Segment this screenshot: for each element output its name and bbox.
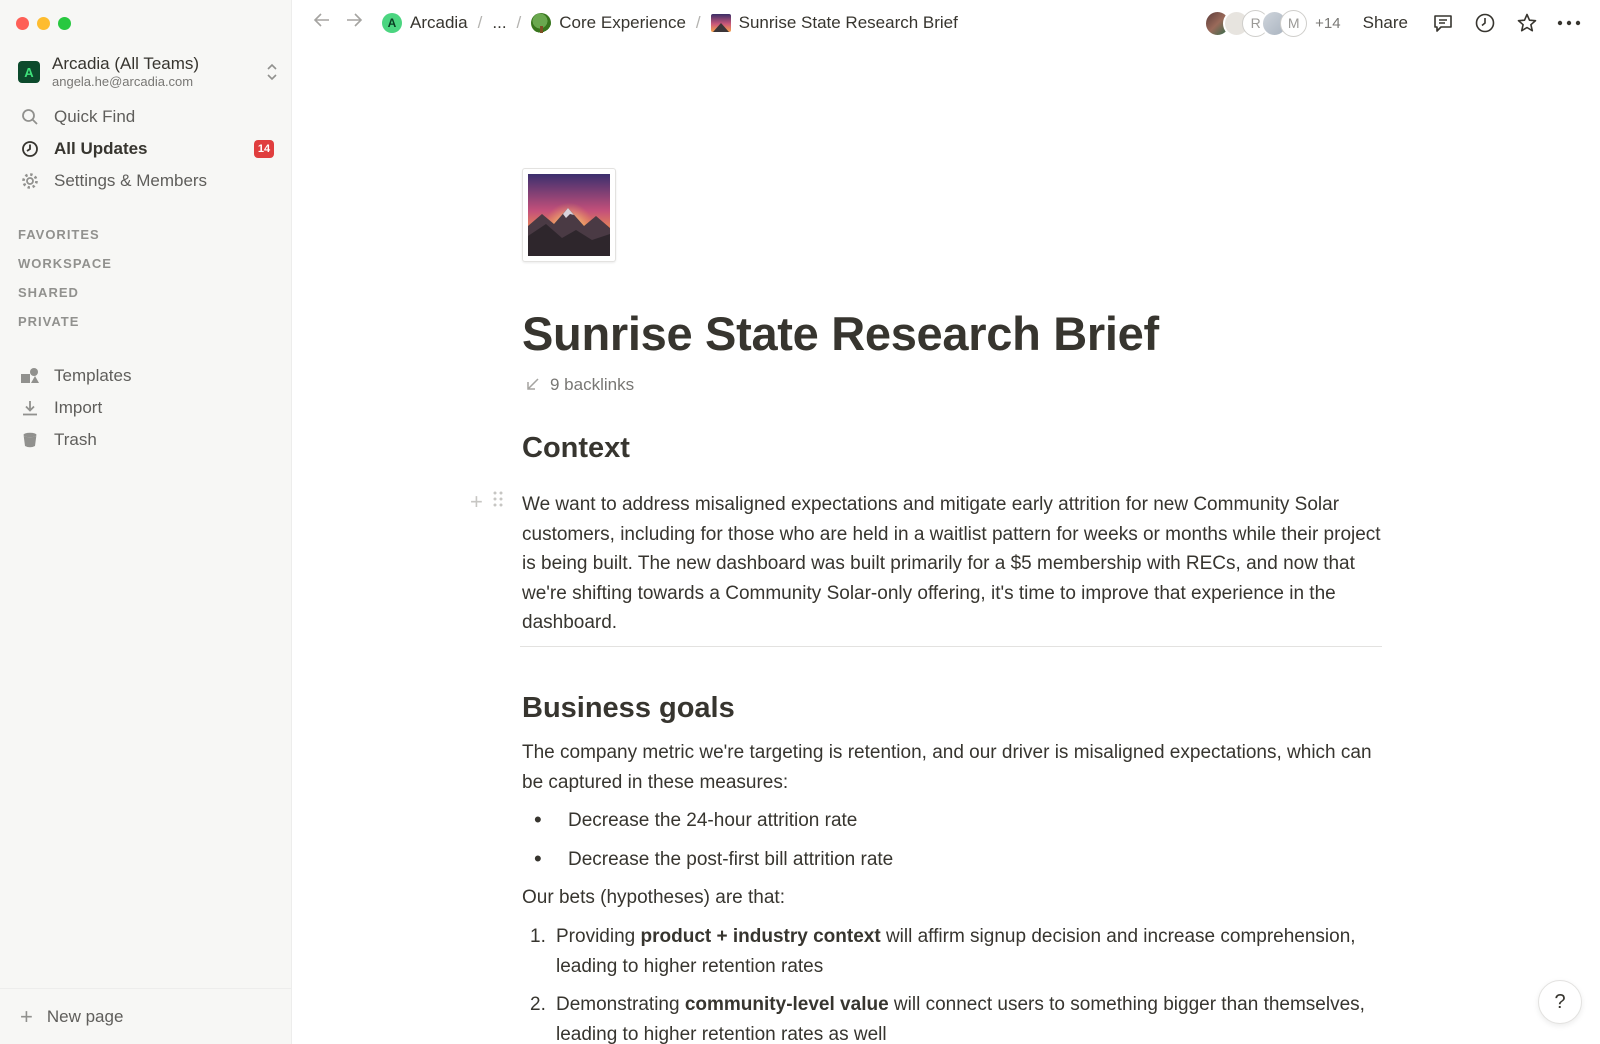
workspace-logo: A <box>18 61 40 83</box>
minimize-window-button[interactable] <box>37 17 50 30</box>
numbered-list-item[interactable]: 1. Providing product + industry context … <box>530 922 1380 981</box>
sidebar-utilities: Templates Import Trash <box>12 360 282 456</box>
sidebar-item-label: Quick Find <box>54 107 136 126</box>
window-controls <box>16 17 71 30</box>
breadcrumb: A Arcadia / ... / Core Experience / Sunr… <box>378 11 962 35</box>
breadcrumb-separator: / <box>695 13 701 32</box>
block-handle: + <box>470 490 503 512</box>
sidebar-item-label: Import <box>54 398 103 417</box>
list-number: 1. <box>530 926 546 947</box>
list-number: 2. <box>530 994 546 1015</box>
list-item[interactable]: • Decrease the 24-hour attrition rate <box>534 806 857 835</box>
avatar: M <box>1280 9 1308 37</box>
trash-icon <box>20 430 40 450</box>
history-navigation <box>312 10 364 36</box>
sidebar-item-quick-find[interactable]: Quick Find <box>12 101 282 133</box>
comments-icon[interactable] <box>1430 10 1456 36</box>
divider <box>520 646 1382 647</box>
breadcrumb-item-arcadia[interactable]: A Arcadia <box>378 11 472 35</box>
back-arrow-icon[interactable] <box>312 10 332 36</box>
bold-text: product + industry context <box>640 926 881 947</box>
paragraph-goals[interactable]: The company metric we're targeting is re… <box>522 738 1384 797</box>
breadcrumb-label: Arcadia <box>410 13 468 32</box>
list-item-text: Providing product + industry context wil… <box>556 926 1356 977</box>
topbar: A Arcadia / ... / Core Experience / Sunr… <box>292 0 1600 46</box>
more-collaborators-count[interactable]: +14 <box>1315 15 1340 32</box>
list-item-text: Demonstrating community-level value will… <box>556 994 1365 1044</box>
list-item-text: Decrease the 24-hour attrition rate <box>568 810 858 831</box>
list-item-text: Decrease the post-first bill attrition r… <box>568 849 894 870</box>
add-block-icon[interactable]: + <box>470 490 483 512</box>
breadcrumb-ellipsis[interactable]: ... <box>488 11 510 35</box>
list-item[interactable]: • Decrease the post-first bill attrition… <box>534 845 893 874</box>
heading-context[interactable]: Context <box>522 432 630 465</box>
sidebar-item-label: Trash <box>54 430 97 449</box>
numbered-list-item[interactable]: 2. Demonstrating community-level value w… <box>530 990 1380 1044</box>
new-page-label: New page <box>46 1006 124 1026</box>
breadcrumb-item-current[interactable]: Sunrise State Research Brief <box>707 11 962 35</box>
search-icon <box>20 107 40 127</box>
breadcrumb-label: Sunrise State Research Brief <box>738 13 958 32</box>
sidebar-item-label: Settings & Members <box>54 171 208 190</box>
sidebar-sections: FAVORITES WORKSPACE SHARED PRIVATE <box>18 226 112 342</box>
breadcrumb-label: Core Experience <box>559 13 686 32</box>
sunrise-icon <box>710 14 731 32</box>
sidebar-item-templates[interactable]: Templates <box>12 360 282 392</box>
new-page-button[interactable]: + New page <box>0 988 292 1044</box>
sidebar-item-label: Templates <box>54 366 132 385</box>
bold-text: community-level value <box>684 994 889 1015</box>
star-icon[interactable] <box>1514 10 1540 36</box>
page-title[interactable]: Sunrise State Research Brief <box>522 306 1159 361</box>
bullet-icon: • <box>534 807 542 832</box>
breadcrumb-separator: / <box>516 13 522 32</box>
sidebar-item-import[interactable]: Import <box>12 392 282 424</box>
sidebar-item-settings[interactable]: Settings & Members <box>12 165 282 197</box>
bullet-icon: • <box>534 846 542 871</box>
gear-icon <box>20 171 40 191</box>
backlinks-link[interactable]: 9 backlinks <box>526 375 634 395</box>
backlinks-label: 9 backlinks <box>550 375 635 394</box>
download-icon <box>20 398 40 418</box>
drag-handle-icon[interactable] <box>493 491 503 512</box>
forward-arrow-icon[interactable] <box>344 10 364 36</box>
clock-icon <box>20 139 40 159</box>
paragraph-context[interactable]: We want to address misaligned expectatio… <box>522 490 1384 638</box>
topbar-actions: R M +14 Share <box>1204 0 1600 46</box>
sidebar-item-trash[interactable]: Trash <box>12 424 282 456</box>
section-private[interactable]: PRIVATE <box>18 313 112 342</box>
workspace-switcher[interactable]: A Arcadia (All Teams) angela.he@arcadia.… <box>18 52 280 92</box>
section-favorites[interactable]: FAVORITES <box>18 226 112 255</box>
sidebar-nav: Quick Find All Updates 14 Settings & Mem… <box>12 101 282 197</box>
more-options-icon[interactable] <box>1556 10 1582 36</box>
paragraph-bets-intro[interactable]: Our bets (hypotheses) are that: <box>522 883 1384 913</box>
arcadia-logo-icon: A <box>382 13 402 33</box>
collaborator-avatars[interactable]: R M <box>1204 9 1308 37</box>
sidebar-item-label: All Updates <box>54 139 148 158</box>
close-window-button[interactable] <box>16 17 29 30</box>
workspace-email: angela.he@arcadia.com <box>52 74 194 89</box>
templates-icon <box>20 366 40 386</box>
plus-icon: + <box>20 1003 33 1029</box>
help-button[interactable]: ? <box>1538 980 1582 1024</box>
arrow-down-left-icon <box>526 377 540 394</box>
chevron-up-down-icon[interactable] <box>264 62 280 82</box>
sidebar-item-all-updates[interactable]: All Updates 14 <box>12 133 282 165</box>
history-clock-icon[interactable] <box>1472 10 1498 36</box>
page-icon-sunrise[interactable] <box>522 168 616 262</box>
breadcrumb-label: ... <box>492 13 507 32</box>
section-workspace[interactable]: WORKSPACE <box>18 255 112 284</box>
updates-count-badge: 14 <box>254 140 274 158</box>
zoom-window-button[interactable] <box>58 17 71 30</box>
section-shared[interactable]: SHARED <box>18 284 112 313</box>
tree-icon <box>531 13 552 33</box>
share-button[interactable]: Share <box>1363 13 1408 33</box>
sidebar: A Arcadia (All Teams) angela.he@arcadia.… <box>0 0 292 1044</box>
breadcrumb-separator: / <box>477 13 483 32</box>
breadcrumb-item-core-experience[interactable]: Core Experience <box>527 11 690 35</box>
workspace-name: Arcadia (All Teams) <box>52 54 200 73</box>
heading-business-goals[interactable]: Business goals <box>522 692 735 725</box>
